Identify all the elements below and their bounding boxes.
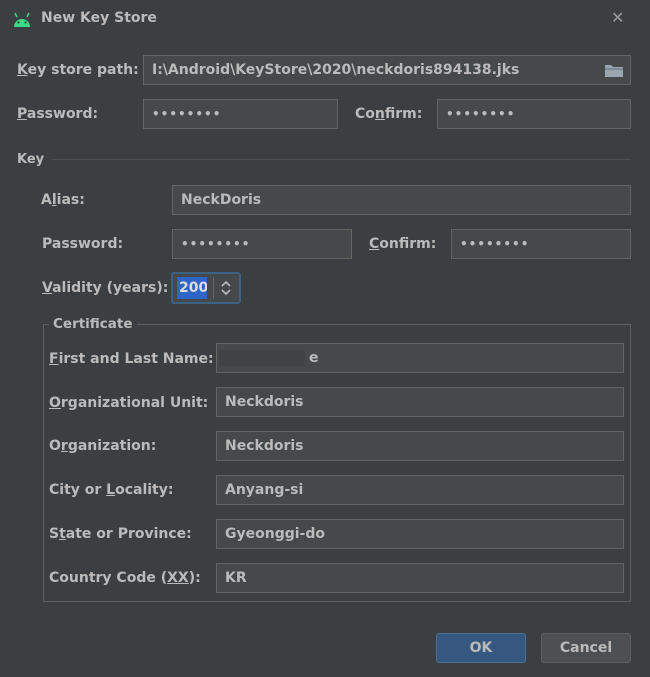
folder-icon[interactable] [604,63,624,78]
spinner-arrows-icon[interactable] [220,280,232,296]
validity-label: Validity (years): [42,280,169,296]
ok-button[interactable]: OK [436,633,526,663]
key-password-label: Password: [42,236,124,252]
organization-label: Organization: [49,438,157,454]
keystore-confirm-field[interactable]: •••••••• [437,99,631,129]
keystore-path-label: Key store path: [17,62,139,78]
city-field[interactable]: Anyang-si [216,475,624,505]
org-unit-label: Organizational Unit: [49,395,209,411]
keystore-password-field[interactable]: •••••••• [143,99,338,129]
first-last-name-field[interactable]: e [216,343,624,373]
spinner-divider [213,277,214,299]
alias-label: Alias: [41,192,85,208]
country-code-label: Country Code (XX): [49,570,201,586]
close-icon[interactable]: ✕ [611,8,624,27]
key-confirm-label: Confirm: [369,236,437,252]
city-label: City or Locality: [49,482,174,498]
cancel-button[interactable]: Cancel [541,633,631,663]
first-last-name-value: e [309,350,319,366]
key-section-divider [52,159,631,160]
title-bar: New Key Store ✕ [0,0,650,38]
state-field[interactable]: Gyeonggi-do [216,519,624,549]
window-title: New Key Store [41,10,157,26]
first-last-name-label: First and Last Name: [49,351,214,367]
alias-field[interactable]: NeckDoris [172,185,631,215]
validity-input[interactable]: 200 [177,277,207,299]
keystore-path-field[interactable]: I:\Android\KeyStore\2020\neckdoris894138… [143,55,631,85]
keystore-path-value: I:\Android\KeyStore\2020\neckdoris894138… [152,62,520,78]
keystore-confirm-label: Confirm: [355,106,423,122]
country-code-field[interactable]: KR [216,563,624,593]
certificate-legend: Certificate [49,316,137,332]
redacted-block [219,350,305,366]
state-label: State or Province: [49,526,192,542]
key-section-label: Key [17,152,45,167]
organization-field[interactable]: Neckdoris [216,431,624,461]
keystore-password-label: Password: [17,106,99,122]
android-icon [14,12,30,27]
org-unit-field[interactable]: Neckdoris [216,387,624,417]
validity-spinner[interactable]: 200 [171,272,241,304]
key-password-field[interactable]: •••••••• [172,229,352,259]
key-confirm-field[interactable]: •••••••• [451,229,631,259]
